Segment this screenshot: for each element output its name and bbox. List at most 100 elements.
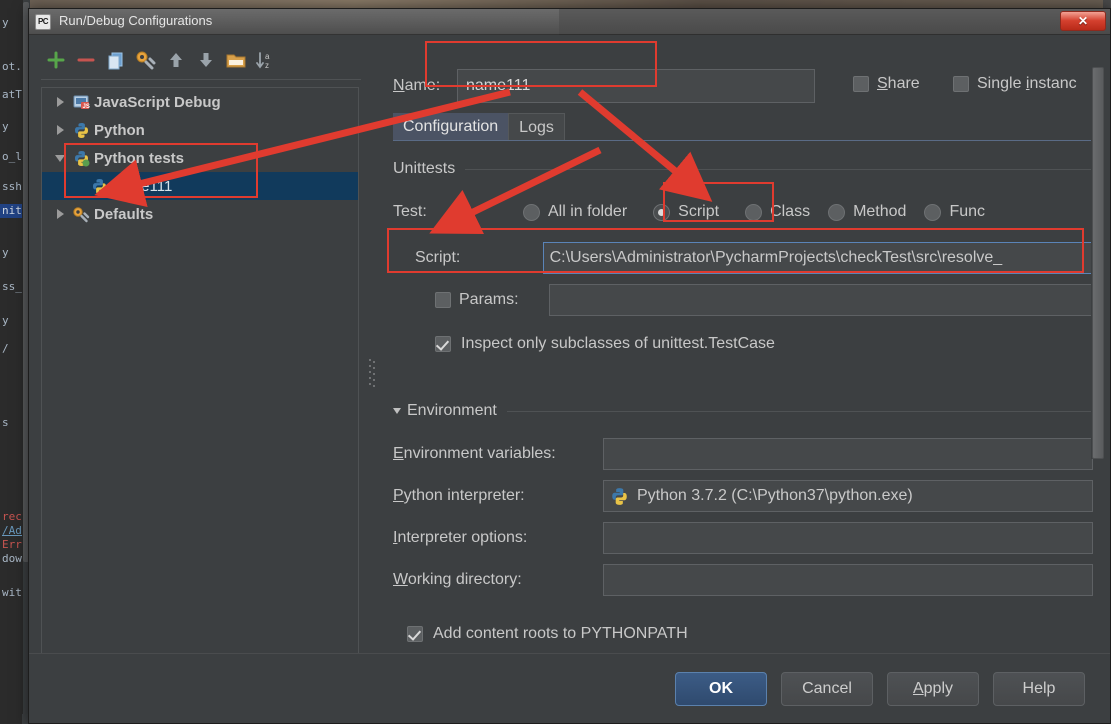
single-instance-checkbox[interactable]: Single instanc xyxy=(953,75,1077,93)
radio-function-label: Func xyxy=(949,203,986,220)
radio-all-in-folder[interactable]: All in folder xyxy=(523,203,627,221)
dialog-body: a z JS JavaScript Debug Python Python te… xyxy=(29,35,1110,680)
remove-configuration-button[interactable] xyxy=(71,46,101,74)
radio-class-label: Class xyxy=(770,203,811,220)
unittests-section-title: Unittests xyxy=(393,160,456,177)
radio-class[interactable]: Class xyxy=(745,203,810,221)
editor-tabs: Configuration Logs xyxy=(393,111,1093,141)
chevron-right-icon[interactable] xyxy=(50,125,70,135)
move-down-button[interactable] xyxy=(191,46,221,74)
sort-az-icon[interactable]: a z xyxy=(251,46,281,74)
name-row: Name: name111 Share Single instanc xyxy=(381,65,1103,105)
radio-script[interactable]: Script xyxy=(645,203,727,221)
tab-logs[interactable]: Logs xyxy=(508,113,565,141)
configuration-editor: Name: name111 Share Single instanc Confi… xyxy=(381,65,1103,665)
tree-item-label: Python xyxy=(94,121,145,139)
add-configuration-button[interactable] xyxy=(41,46,71,74)
test-type-row: Test: All in folder Script Class Method … xyxy=(393,193,1093,231)
single-instance-label: Single instanc xyxy=(977,75,1077,92)
tree-item-python[interactable]: Python xyxy=(42,116,358,144)
tree-item-defaults[interactable]: Defaults xyxy=(42,200,358,228)
tree-item-label: JavaScript Debug xyxy=(94,93,221,111)
tree-item-python-tests[interactable]: Python tests xyxy=(42,144,358,172)
svg-text:a: a xyxy=(265,52,270,61)
radio-script-button[interactable] xyxy=(653,203,671,221)
environment-variables-label: Environment variables: xyxy=(393,445,556,462)
copy-configuration-button[interactable] xyxy=(101,46,131,74)
radio-function[interactable]: Func xyxy=(924,203,985,221)
panel-splitter[interactable] xyxy=(365,87,379,657)
radio-method[interactable]: Method xyxy=(828,203,906,221)
unittests-section-header: Unittests xyxy=(393,157,1093,181)
splitter-handle[interactable] xyxy=(369,359,375,387)
folder-icon[interactable] xyxy=(221,46,251,74)
configurations-toolbar: a z xyxy=(41,43,361,77)
share-checkbox[interactable]: Share xyxy=(853,75,920,93)
script-label: Script: xyxy=(415,249,461,266)
tree-item-name111[interactable]: name111 xyxy=(42,172,358,200)
chevron-down-icon[interactable] xyxy=(50,154,70,162)
name-input[interactable]: name111 xyxy=(457,69,815,103)
tab-configuration[interactable]: Configuration xyxy=(393,113,509,141)
section-divider-line xyxy=(506,410,1093,412)
configurations-tree[interactable]: JS JavaScript Debug Python Python tests … xyxy=(41,87,359,657)
chevron-right-icon[interactable] xyxy=(50,209,70,219)
radio-all-in-folder-button[interactable] xyxy=(523,203,540,221)
environment-variables-row: Environment variables: xyxy=(393,433,1093,475)
inspect-subclasses-checkbox[interactable]: Inspect only subclasses of unittest.Test… xyxy=(393,325,1093,363)
params-checkbox-box[interactable] xyxy=(435,292,451,308)
single-instance-checkbox-box[interactable] xyxy=(953,76,969,92)
script-input[interactable]: C:\Users\Administrator\PycharmProjects\c… xyxy=(542,242,1093,274)
environment-section-header[interactable]: Environment xyxy=(393,399,1093,423)
inspect-subclasses-checkbox-box[interactable] xyxy=(435,336,451,352)
add-content-roots-checkbox-box[interactable] xyxy=(407,626,423,642)
share-checkbox-box[interactable] xyxy=(853,76,869,92)
test-label: Test: xyxy=(393,203,427,220)
python-interpreter-label: Python interpreter: xyxy=(393,487,525,504)
script-row: Script: C:\Users\Administrator\PycharmPr… xyxy=(393,239,1093,277)
vertical-scrollbar-thumb[interactable] xyxy=(1092,67,1104,459)
chevron-right-icon[interactable] xyxy=(50,97,70,107)
tree-item-label: Python tests xyxy=(94,149,185,167)
section-divider-line xyxy=(465,168,1093,170)
apply-button[interactable]: Apply xyxy=(887,672,979,706)
python-test-config-icon xyxy=(88,178,110,195)
cancel-button[interactable]: Cancel xyxy=(781,672,873,706)
move-up-button[interactable] xyxy=(161,46,191,74)
environment-variables-input[interactable] xyxy=(603,438,1093,470)
radio-function-button[interactable] xyxy=(924,203,942,221)
interpreter-options-input[interactable] xyxy=(603,522,1093,554)
ok-button[interactable]: OK xyxy=(675,672,767,706)
params-input[interactable] xyxy=(549,284,1093,316)
dialog-titlebar[interactable]: PC Run/Debug Configurations ✕ xyxy=(29,9,1110,35)
edit-templates-button[interactable] xyxy=(131,46,161,74)
python-interpreter-select[interactable]: Python 3.7.2 (C:\Python37\python.exe) xyxy=(603,480,1093,512)
radio-script-label: Script xyxy=(678,203,720,220)
run-debug-configurations-dialog: PC Run/Debug Configurations ✕ a z JS Jav… xyxy=(28,8,1111,724)
add-content-roots-label: Add content roots to PYTHONPATH xyxy=(433,625,688,642)
environment-section-title: Environment xyxy=(407,402,497,419)
add-content-roots-checkbox[interactable]: Add content roots to PYTHONPATH xyxy=(393,615,1093,653)
python-interpreter-row: Python interpreter: Python 3.7.2 (C:\Pyt… xyxy=(393,475,1093,517)
params-row: Params: xyxy=(393,281,1093,319)
params-checkbox[interactable]: Params: xyxy=(393,291,541,309)
radio-method-button[interactable] xyxy=(828,203,846,221)
radio-class-button[interactable] xyxy=(745,203,763,221)
dialog-button-bar: OK Cancel Apply Help xyxy=(29,653,1110,723)
panel-vertical-scrollbar[interactable] xyxy=(1091,67,1105,459)
chevron-down-icon[interactable] xyxy=(393,408,401,414)
name-label: Name: xyxy=(393,77,441,94)
interpreter-options-label: Interpreter options: xyxy=(393,529,528,546)
working-directory-label: Working directory: xyxy=(393,571,522,588)
close-icon[interactable]: ✕ xyxy=(1060,11,1106,31)
javascript-debug-icon: JS xyxy=(70,94,92,111)
tree-item-javascript-debug[interactable]: JS JavaScript Debug xyxy=(42,88,358,116)
python-icon xyxy=(70,122,92,139)
help-button[interactable]: Help xyxy=(993,672,1085,706)
working-directory-input[interactable] xyxy=(603,564,1093,596)
svg-text:z: z xyxy=(265,61,269,70)
tabs-divider xyxy=(393,140,1093,141)
radio-method-label: Method xyxy=(853,203,907,220)
params-label: Params: xyxy=(459,291,519,308)
toolbar-divider xyxy=(41,79,361,80)
